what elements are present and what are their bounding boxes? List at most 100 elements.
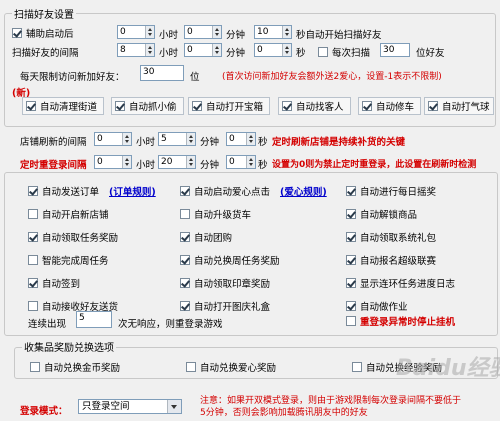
scan-start-suffix: 秒自动开始扫描好友 bbox=[296, 30, 382, 41]
spin-icon[interactable] bbox=[282, 44, 291, 56]
spin-icon[interactable] bbox=[246, 133, 255, 145]
spin-icon[interactable] bbox=[186, 133, 195, 145]
option-weekly-task[interactable]: 智能完成周任务 bbox=[28, 253, 109, 267]
checkbox-icon bbox=[192, 101, 202, 111]
chevron-down-icon[interactable] bbox=[167, 400, 181, 413]
checkbox-icon bbox=[26, 101, 36, 111]
spin-icon[interactable] bbox=[186, 156, 195, 168]
option-daily-lottery[interactable]: 自动进行每日摇奖 bbox=[346, 184, 436, 198]
option-group-buy[interactable]: 自动团购 bbox=[180, 230, 232, 244]
feature-repair-car[interactable]: 自动修车 bbox=[358, 97, 422, 115]
option-chain-task-log[interactable]: 显示连环任务进度日志 bbox=[346, 276, 455, 290]
reward-love-checkbox[interactable]: 自动兑换爱心奖励 bbox=[186, 360, 276, 374]
option-system-gift[interactable]: 自动领取系统礼包 bbox=[346, 230, 436, 244]
option-super-league[interactable]: 自动报名超级联赛 bbox=[346, 253, 436, 267]
daily-limit-input[interactable]: 30 bbox=[140, 65, 184, 81]
option-send-order[interactable]: 自动发送订单 (订单规则) bbox=[28, 184, 156, 198]
spin-icon[interactable] bbox=[212, 26, 221, 38]
checkbox-icon bbox=[352, 362, 362, 372]
daily-limit-note: (首次访问新加好友会额外送2爱心，设置-1表示不限制) bbox=[222, 72, 442, 82]
stop-on-relogin-error-checkbox[interactable]: 重登录异常时停止挂机 bbox=[346, 314, 455, 328]
minutes-unit-label: 分钟 bbox=[200, 137, 220, 148]
scan-interval-minutes-input[interactable]: 0 bbox=[184, 43, 222, 57]
option-stamp-reward[interactable]: 自动领取印章奖励 bbox=[180, 276, 270, 290]
spin-icon[interactable] bbox=[145, 44, 154, 56]
checkbox-icon bbox=[180, 278, 190, 288]
checkbox-icon bbox=[428, 101, 438, 111]
login-mode-select[interactable]: 只登录空间 bbox=[78, 399, 182, 414]
scan-interval-seconds-input[interactable]: 0 bbox=[254, 43, 292, 57]
relogin-seconds-input[interactable]: 0 bbox=[226, 155, 256, 169]
checkbox-icon bbox=[28, 278, 38, 288]
watermark: Baidu经验 bbox=[396, 356, 500, 381]
checkbox-icon bbox=[186, 362, 196, 372]
option-unlock-goods[interactable]: 自动解锁商品 bbox=[346, 207, 417, 221]
checkbox-icon bbox=[346, 232, 356, 242]
option-open-new-shop[interactable]: 自动开启新店铺 bbox=[28, 207, 109, 221]
checkbox-icon bbox=[180, 186, 190, 196]
spin-icon[interactable] bbox=[145, 26, 154, 38]
option-sign-in[interactable]: 自动签到 bbox=[28, 276, 80, 290]
shop-refresh-seconds-input[interactable]: 0 bbox=[226, 132, 256, 146]
feature-catch-thief[interactable]: 自动抓小偷 bbox=[111, 97, 184, 115]
checkbox-icon bbox=[12, 28, 22, 38]
scan-after-start-checkbox[interactable]: 辅助启动后 bbox=[12, 26, 74, 40]
checkbox-icon bbox=[282, 101, 292, 111]
option-upgrade-truck[interactable]: 自动升级货车 bbox=[180, 207, 251, 221]
love-rules-link[interactable]: (爱心规则) bbox=[280, 184, 327, 198]
relogin-label: 定时重登录间隔 bbox=[20, 160, 87, 171]
checkbox-icon bbox=[28, 209, 38, 219]
timeout-suffix: 次无响应，则重登录游戏 bbox=[118, 319, 223, 330]
shop-refresh-hours-input[interactable]: 0 bbox=[94, 132, 132, 146]
minutes-unit-label: 分钟 bbox=[200, 160, 220, 171]
scan-interval-hours-input[interactable]: 8 bbox=[117, 43, 155, 57]
per-scan-count-input[interactable]: 30 bbox=[380, 43, 410, 57]
option-love-click[interactable]: 自动启动爱心点击 (爱心规则) bbox=[180, 184, 327, 198]
feature-clean-street[interactable]: 自动清理街道 bbox=[22, 97, 105, 115]
feature-find-guest[interactable]: 自动找客人 bbox=[278, 97, 351, 115]
scan-settings-legend: 扫描好友设置 bbox=[12, 6, 76, 21]
seconds-unit-label: 秒 bbox=[296, 48, 306, 59]
login-note-line2: 5分钟，否则会影响加载腾讯朋友中的好友 bbox=[200, 408, 368, 418]
shop-refresh-minutes-input[interactable]: 5 bbox=[158, 132, 196, 146]
checkbox-icon bbox=[180, 255, 190, 265]
relogin-minutes-input[interactable]: 20 bbox=[158, 155, 196, 169]
shop-refresh-note: 定时刷新店铺是持续补货的关键 bbox=[272, 137, 406, 148]
spin-icon[interactable] bbox=[122, 156, 131, 168]
feature-open-chest[interactable]: 自动打开宝箱 bbox=[188, 97, 271, 115]
spin-icon[interactable] bbox=[246, 156, 255, 168]
scan-interval-label: 扫描好友的间隔 bbox=[12, 48, 79, 59]
reward-gold-checkbox[interactable]: 自动兑换金币奖励 bbox=[30, 360, 120, 374]
hours-unit-label: 小时 bbox=[159, 30, 179, 41]
option-open-gift-box[interactable]: 自动打开图庆礼盒 bbox=[180, 299, 270, 313]
order-rules-link[interactable]: (订单规则) bbox=[109, 184, 156, 198]
relogin-note: 设置为0则为禁止定时重登录，此设置在刷新时检测 bbox=[272, 160, 477, 170]
scan-start-seconds-input[interactable]: 10 bbox=[254, 25, 292, 39]
timeout-prefix: 连续出现 bbox=[28, 319, 67, 330]
checkbox-icon bbox=[346, 255, 356, 265]
option-task-reward[interactable]: 自动领取任务奖励 bbox=[28, 230, 118, 244]
per-scan-checkbox[interactable]: 每次扫描 bbox=[318, 45, 370, 59]
option-weekly-reward-exchange[interactable]: 自动兑换周任务奖励 bbox=[180, 253, 280, 267]
minutes-unit-label: 分钟 bbox=[226, 48, 246, 59]
spin-icon[interactable] bbox=[122, 133, 131, 145]
checkbox-icon bbox=[362, 101, 372, 111]
checkbox-icon bbox=[28, 255, 38, 265]
checkbox-icon bbox=[180, 301, 190, 311]
feature-balloon[interactable]: 自动打气球 bbox=[424, 97, 494, 115]
checkbox-icon bbox=[28, 186, 38, 196]
scan-start-hours-input[interactable]: 0 bbox=[117, 25, 155, 39]
scan-start-minutes-input[interactable]: 0 bbox=[184, 25, 222, 39]
shop-refresh-label: 店铺刷新的间隔 bbox=[20, 137, 87, 148]
spin-icon[interactable] bbox=[212, 44, 221, 56]
timeout-count-input[interactable]: 5 bbox=[76, 311, 112, 328]
daily-limit-unit: 位 bbox=[190, 72, 200, 83]
daily-limit-label: 每天限制访问新加好友： bbox=[20, 72, 125, 83]
checkbox-icon bbox=[28, 232, 38, 242]
spin-icon[interactable] bbox=[282, 26, 291, 38]
option-homework[interactable]: 自动做作业 bbox=[346, 299, 408, 313]
seconds-unit-label: 秒 bbox=[258, 137, 268, 148]
rewards-legend: 收集品奖励兑换选项 bbox=[22, 339, 116, 354]
relogin-hours-input[interactable]: 0 bbox=[94, 155, 132, 169]
checkbox-icon bbox=[180, 209, 190, 219]
